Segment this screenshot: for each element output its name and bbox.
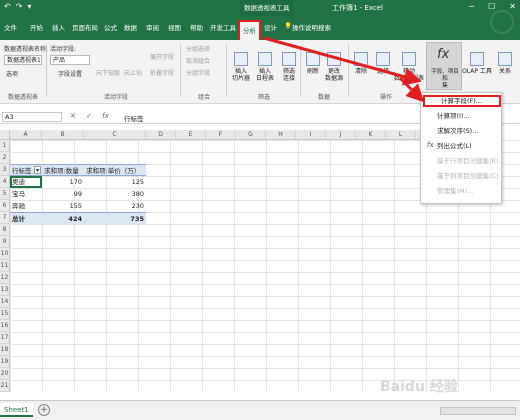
baidu-watermark: Baidu 经验	[380, 379, 458, 395]
arrow-to-fields-button	[263, 36, 422, 86]
add-sheet-icon[interactable]: +	[38, 404, 50, 416]
horizontal-scrollbar[interactable]	[440, 407, 516, 415]
sheet-tab-bar: Sheet1 +	[0, 400, 520, 420]
sheet-tab[interactable]: Sheet1	[0, 403, 33, 417]
arrow-to-calculated-field	[398, 76, 425, 103]
excel-window: ↶ ↷ ▾ 数据透视表工具 工作簿1 - Excel ─ ☐ ✕ 文件 开始 插入页…	[0, 0, 520, 420]
watermark-logo	[490, 10, 514, 34]
annotation-arrows	[263, 36, 425, 103]
